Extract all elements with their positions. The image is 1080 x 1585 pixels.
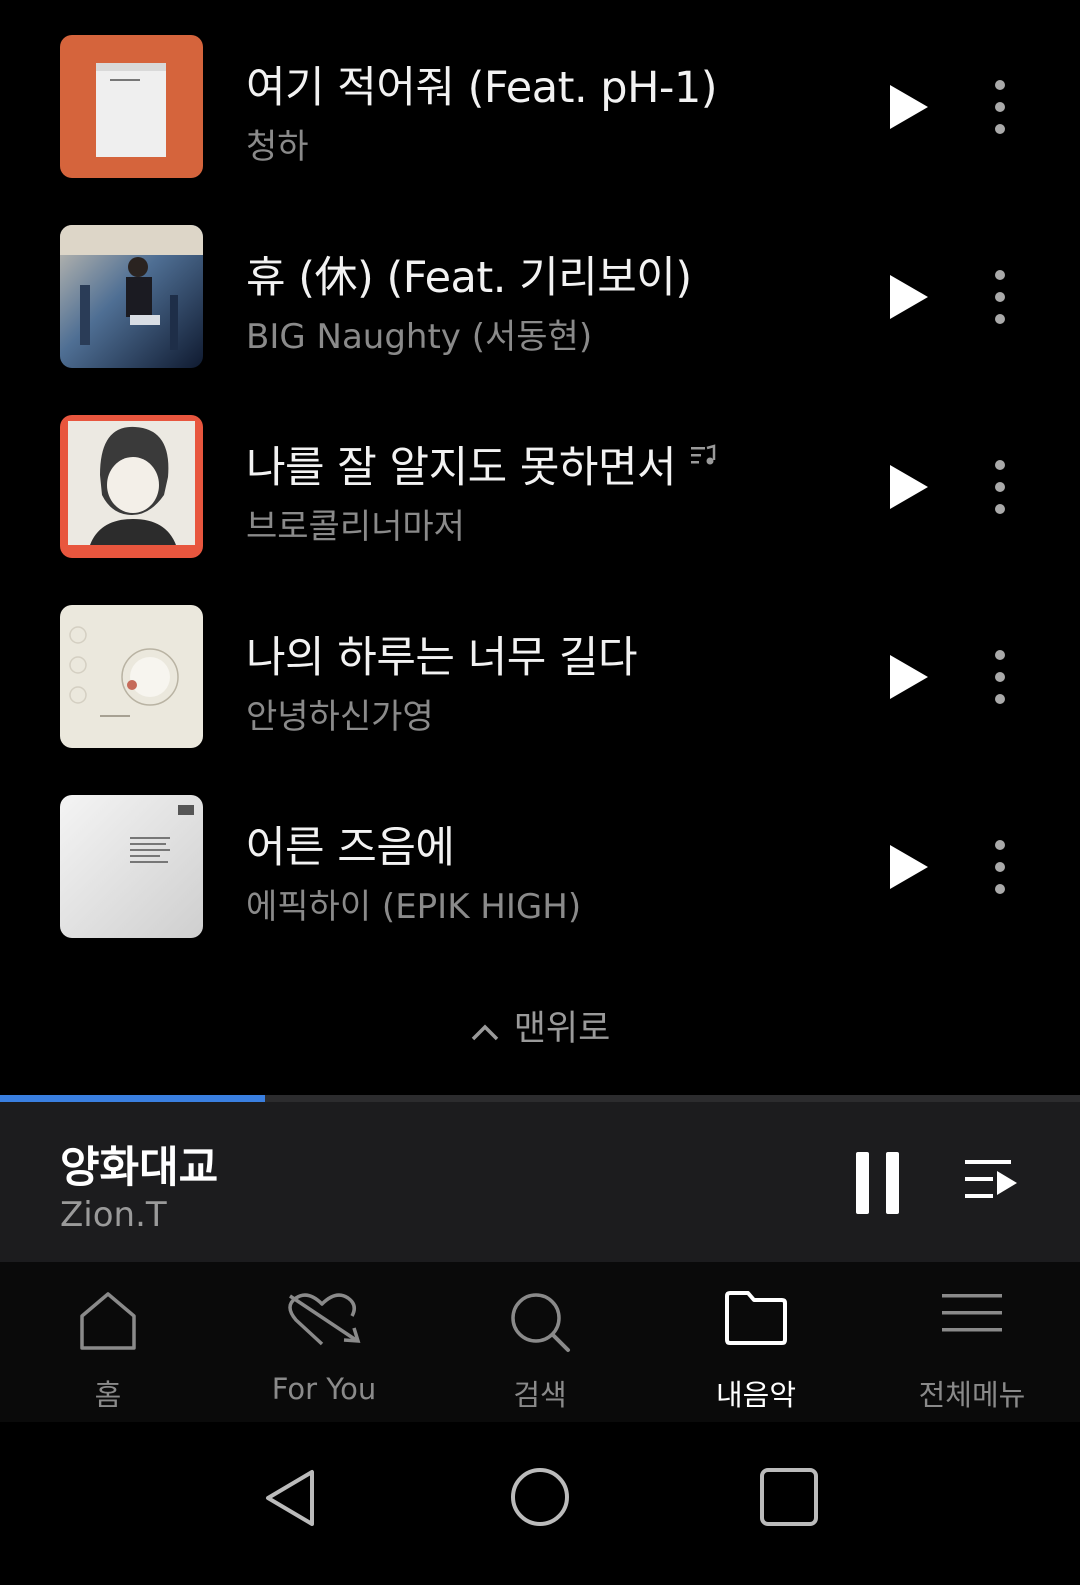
play-icon[interactable] [880,271,936,323]
playback-progress-bar[interactable] [0,1095,1080,1102]
song-title: 어른 즈음에 [246,823,455,873]
nav-label: 홈 [94,1378,122,1412]
scroll-to-top-button[interactable]: 맨위로 [0,1000,1080,1051]
nav-item-home[interactable]: 홈 [0,1262,216,1422]
nav-item-my-music[interactable]: 내음악 [648,1262,864,1422]
song-row[interactable]: 여기 적어줘 (Feat. pH-1) 청하 [0,35,1080,185]
playlist-queue-icon[interactable] [965,1157,1017,1201]
chevron-up-icon [471,1024,498,1041]
play-icon[interactable] [880,841,936,893]
song-row[interactable]: 나를 잘 알지도 못하면서 브로콜리너마저 [0,415,1080,565]
scroll-to-top-label: 맨위로 [513,1009,611,1049]
song-title: 나의 하루는 너무 길다 [246,633,638,683]
recents-icon[interactable] [758,1466,820,1528]
song-title: 휴 (休) (Feat. 기리보이) [246,253,692,303]
back-icon[interactable] [262,1466,320,1530]
song-artist: 브로콜리너마저 [246,507,465,547]
album-cover[interactable] [60,795,203,938]
song-artist: 에픽하이 (EPIK HIGH) [246,887,582,927]
more-vertical-icon[interactable] [985,459,1015,515]
mini-player[interactable]: 양화대교 Zion.T [0,1095,1080,1262]
pause-icon[interactable] [856,1152,904,1214]
album-cover[interactable] [60,605,203,748]
more-vertical-icon[interactable] [985,79,1015,135]
album-cover[interactable] [60,225,203,368]
album-cover[interactable] [60,415,203,558]
play-icon[interactable] [880,461,936,513]
now-playing-artist: Zion.T [60,1195,167,1235]
more-vertical-icon[interactable] [985,839,1015,895]
song-row[interactable]: 휴 (休) (Feat. 기리보이) BIG Naughty (서동현) [0,225,1080,375]
nav-label: 전체메뉴 [918,1378,1026,1412]
lyrics-icon [691,444,716,465]
heart-arrow-icon [288,1293,361,1346]
more-vertical-icon[interactable] [985,649,1015,705]
nav-label: 검색 [513,1378,567,1412]
home-icon [80,1292,136,1350]
bottom-navigation: 홈 For You 검색 내음악 전체메뉴 [0,1262,1080,1422]
folder-icon [725,1291,787,1345]
song-artist: 청하 [246,127,309,167]
menu-icon [942,1294,1002,1332]
search-icon [511,1293,570,1352]
song-title: 나를 잘 알지도 못하면서 [246,433,716,495]
album-cover[interactable] [60,35,203,178]
playback-progress-fill [0,1095,265,1102]
home-circle-icon[interactable] [509,1466,571,1528]
song-row[interactable]: 나의 하루는 너무 길다 안녕하신가영 [0,605,1080,755]
song-title: 여기 적어줘 (Feat. pH-1) [246,63,718,113]
song-row[interactable]: 어른 즈음에 에픽하이 (EPIK HIGH) [0,795,1080,945]
more-vertical-icon[interactable] [985,269,1015,325]
nav-item-search[interactable]: 검색 [432,1262,648,1422]
play-icon[interactable] [880,81,936,133]
nav-item-for-you[interactable]: For You [216,1262,432,1422]
now-playing-title: 양화대교 [60,1143,219,1193]
system-navigation-bar [0,1422,1080,1585]
nav-label: 내음악 [715,1378,797,1412]
nav-label: For You [271,1372,377,1406]
play-icon[interactable] [880,651,936,703]
song-artist: BIG Naughty (서동현) [246,317,593,357]
song-artist: 안녕하신가영 [246,697,434,737]
nav-item-full-menu[interactable]: 전체메뉴 [864,1262,1080,1422]
